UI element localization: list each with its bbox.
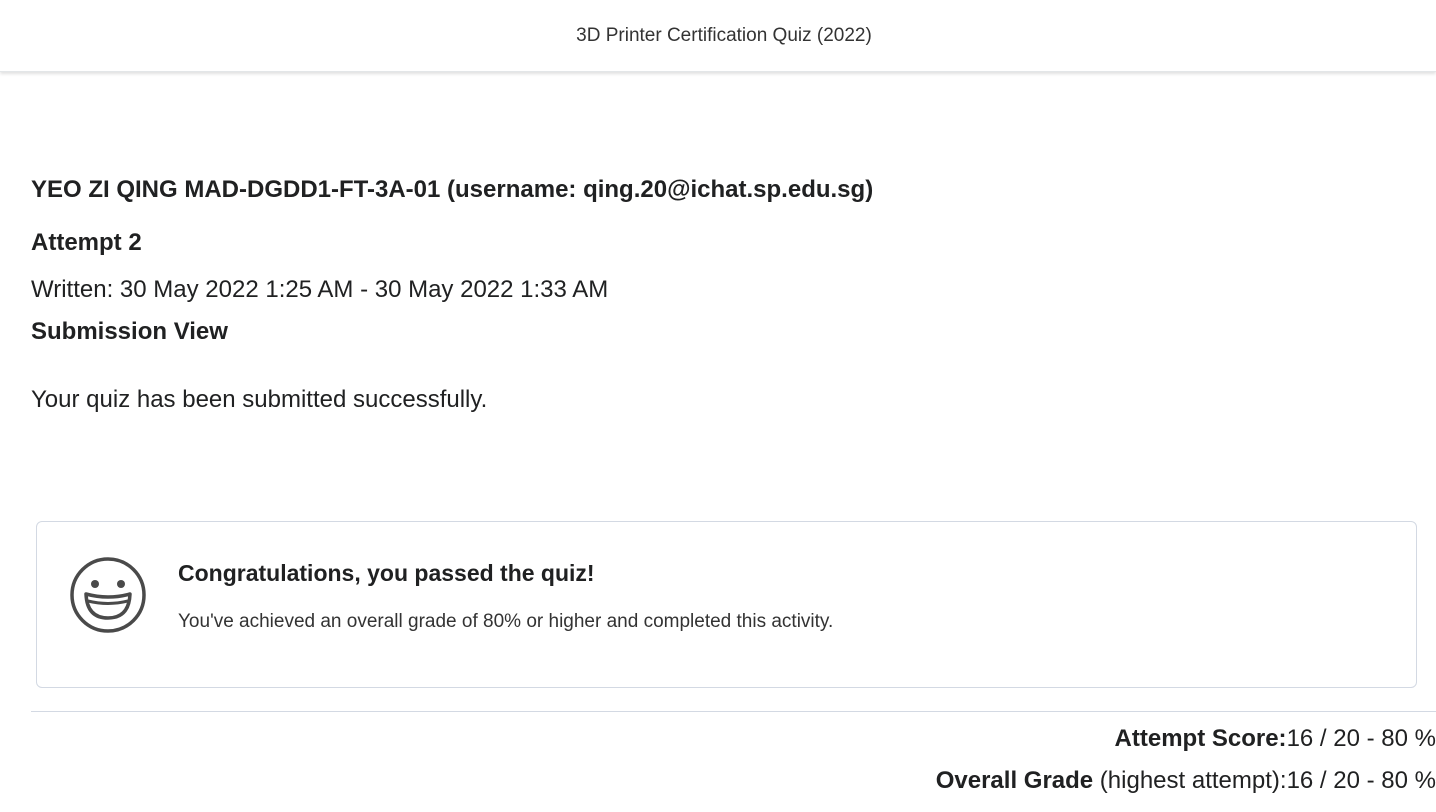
user-identity: YEO ZI QING MAD-DGDD1-FT-3A-01 (username…: [31, 176, 874, 203]
attempt-score: Attempt Score:16 / 20 - 80 %: [1115, 725, 1436, 753]
attempt-heading: Attempt 2: [31, 229, 142, 256]
written-timestamps: Written: 30 May 2022 1:25 AM - 30 May 20…: [31, 276, 609, 303]
attempt-score-label: Attempt Score:: [1114, 725, 1287, 752]
overall-grade-suffix: (highest attempt):: [1093, 767, 1287, 794]
pass-notification: Congratulations, you passed the quiz! Yo…: [36, 521, 1417, 688]
submission-status-message: Your quiz has been submitted successfull…: [31, 386, 488, 413]
overall-grade: Overall Grade (highest attempt):16 / 20 …: [936, 767, 1436, 795]
congrats-title: Congratulations, you passed the quiz!: [178, 560, 595, 586]
divider: [31, 711, 1436, 712]
congrats-message: You've achieved an overall grade of 80% …: [178, 611, 834, 632]
overall-grade-value: 16 / 20 - 80 %: [1286, 767, 1436, 794]
smiley-face-icon: [69, 556, 147, 634]
page-header: 3D Printer Certification Quiz (2022): [0, 0, 1436, 72]
submission-view-heading: Submission View: [31, 318, 228, 345]
attempt-score-value: 16 / 20 - 80 %: [1286, 725, 1436, 752]
quiz-title: 3D Printer Certification Quiz (2022): [576, 24, 872, 46]
overall-grade-label: Overall Grade: [935, 767, 1094, 794]
